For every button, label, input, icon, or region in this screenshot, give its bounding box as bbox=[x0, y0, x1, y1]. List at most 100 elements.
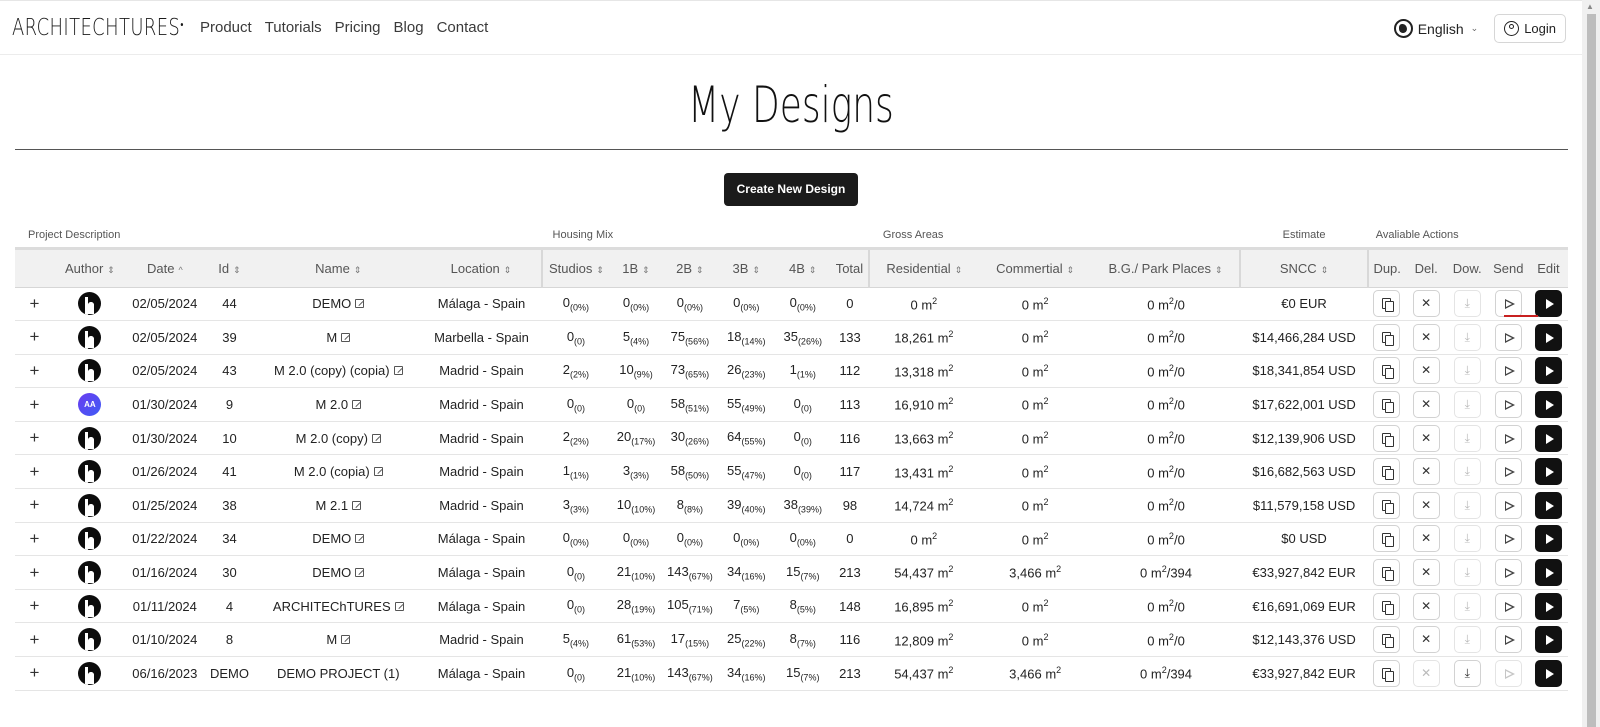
delete-button[interactable]: ✕ bbox=[1412, 525, 1440, 553]
send-button[interactable] bbox=[1494, 290, 1522, 318]
edit-play-button[interactable] bbox=[1534, 424, 1562, 452]
duplicate-button[interactable] bbox=[1373, 626, 1401, 654]
edit-name-icon[interactable] bbox=[371, 433, 381, 443]
edit-name-icon[interactable] bbox=[341, 332, 351, 342]
duplicate-button[interactable] bbox=[1373, 491, 1401, 519]
edit-name-icon[interactable] bbox=[355, 568, 365, 578]
download-button[interactable]: ⤓ bbox=[1453, 391, 1481, 419]
nav-tutorials[interactable]: Tutorials bbox=[265, 19, 322, 36]
delete-button[interactable]: ✕ bbox=[1412, 323, 1440, 351]
send-button[interactable] bbox=[1494, 323, 1522, 351]
send-button[interactable] bbox=[1494, 659, 1522, 687]
edit-name-icon[interactable] bbox=[393, 366, 403, 376]
delete-button[interactable]: ✕ bbox=[1412, 357, 1440, 385]
duplicate-button[interactable] bbox=[1373, 323, 1401, 351]
send-button[interactable] bbox=[1494, 592, 1522, 620]
edit-play-button[interactable] bbox=[1534, 491, 1562, 519]
duplicate-button[interactable] bbox=[1373, 559, 1401, 587]
col-residential[interactable]: Residential ⇕ bbox=[867, 248, 979, 288]
download-button[interactable]: ⤓ bbox=[1453, 525, 1481, 553]
edit-play-button[interactable] bbox=[1534, 592, 1562, 620]
download-button[interactable]: ⤓ bbox=[1453, 424, 1481, 452]
download-button[interactable]: ⤓ bbox=[1453, 592, 1481, 620]
col-studios[interactable]: Studios ⇕ bbox=[540, 248, 611, 288]
delete-button[interactable]: ✕ bbox=[1412, 290, 1440, 318]
send-button[interactable] bbox=[1494, 391, 1522, 419]
expand-row-button[interactable]: + bbox=[15, 589, 54, 624]
edit-play-button[interactable] bbox=[1534, 323, 1562, 351]
expand-row-button[interactable]: + bbox=[15, 387, 54, 422]
expand-row-button[interactable]: + bbox=[15, 622, 54, 658]
scrollbar-thumb[interactable] bbox=[1587, 14, 1596, 727]
col-name[interactable]: Name ⇕ bbox=[255, 248, 422, 288]
expand-row-button[interactable]: + bbox=[15, 522, 54, 557]
duplicate-button[interactable] bbox=[1373, 357, 1401, 385]
delete-button[interactable]: ✕ bbox=[1412, 491, 1440, 519]
expand-row-button[interactable]: + bbox=[15, 354, 54, 389]
expand-row-button[interactable]: + bbox=[15, 287, 54, 322]
edit-play-button[interactable] bbox=[1534, 458, 1562, 486]
download-button[interactable]: ⤓ bbox=[1453, 290, 1481, 318]
edit-play-button[interactable] bbox=[1534, 525, 1562, 553]
download-button[interactable]: ⤓ bbox=[1453, 491, 1481, 519]
edit-play-button[interactable] bbox=[1534, 357, 1562, 385]
vertical-scrollbar[interactable]: ▲ bbox=[1582, 0, 1600, 727]
col-sncc[interactable]: SNCC ⇕ bbox=[1239, 248, 1368, 288]
duplicate-button[interactable] bbox=[1373, 592, 1401, 620]
scroll-up-arrow-icon[interactable]: ▲ bbox=[1586, 2, 1594, 11]
edit-name-icon[interactable] bbox=[355, 534, 365, 544]
edit-name-icon[interactable] bbox=[352, 400, 362, 410]
nav-pricing[interactable]: Pricing bbox=[335, 19, 381, 36]
edit-play-button[interactable] bbox=[1534, 391, 1562, 419]
edit-name-icon[interactable] bbox=[352, 500, 362, 510]
nav-blog[interactable]: Blog bbox=[394, 19, 424, 36]
col-date[interactable]: Date ^ bbox=[125, 248, 204, 288]
login-button[interactable]: Login bbox=[1494, 14, 1566, 43]
download-button[interactable]: ⤓ bbox=[1453, 559, 1481, 587]
duplicate-button[interactable] bbox=[1373, 290, 1401, 318]
edit-play-button[interactable] bbox=[1534, 559, 1562, 587]
edit-name-icon[interactable] bbox=[341, 635, 351, 645]
col-author[interactable]: Author ⇕ bbox=[54, 248, 126, 288]
download-button[interactable]: ⤓ bbox=[1453, 357, 1481, 385]
delete-button[interactable]: ✕ bbox=[1412, 424, 1440, 452]
nav-product[interactable]: Product bbox=[200, 19, 252, 36]
download-button[interactable]: ⤓ bbox=[1453, 626, 1481, 654]
logo[interactable]: ARCHITECHTURES● bbox=[12, 15, 184, 41]
expand-row-button[interactable]: + bbox=[15, 656, 54, 691]
edit-name-icon[interactable] bbox=[355, 299, 365, 309]
duplicate-button[interactable] bbox=[1373, 659, 1401, 687]
delete-button[interactable]: ✕ bbox=[1412, 559, 1440, 587]
delete-button[interactable]: ✕ bbox=[1412, 458, 1440, 486]
download-button[interactable]: ⤓ bbox=[1453, 458, 1481, 486]
col-id[interactable]: Id ⇕ bbox=[203, 248, 256, 288]
col-commercial[interactable]: Commertial ⇕ bbox=[978, 248, 1092, 288]
duplicate-button[interactable] bbox=[1373, 424, 1401, 452]
col-bg-park[interactable]: B.G./ Park Places ⇕ bbox=[1091, 248, 1241, 288]
col-3b[interactable]: 3B ⇕ bbox=[718, 248, 775, 288]
duplicate-button[interactable] bbox=[1373, 458, 1401, 486]
send-button[interactable] bbox=[1494, 525, 1522, 553]
create-new-design-button[interactable]: Create New Design bbox=[723, 173, 859, 206]
send-button[interactable] bbox=[1494, 357, 1522, 385]
send-button[interactable] bbox=[1494, 424, 1522, 452]
delete-button[interactable]: ✕ bbox=[1412, 391, 1440, 419]
send-button[interactable] bbox=[1494, 458, 1522, 486]
send-button[interactable] bbox=[1494, 559, 1522, 587]
nav-contact[interactable]: Contact bbox=[437, 19, 489, 36]
expand-row-button[interactable]: + bbox=[15, 421, 54, 456]
delete-button[interactable]: ✕ bbox=[1412, 659, 1440, 687]
edit-play-button[interactable] bbox=[1534, 659, 1562, 687]
delete-button[interactable]: ✕ bbox=[1412, 626, 1440, 654]
download-button[interactable]: ⤓ bbox=[1453, 323, 1481, 351]
download-button[interactable]: ⤓ bbox=[1453, 659, 1481, 687]
col-4b[interactable]: 4B ⇕ bbox=[774, 248, 831, 288]
col-2b[interactable]: 2B ⇕ bbox=[661, 248, 719, 288]
expand-row-button[interactable]: + bbox=[15, 320, 54, 355]
delete-button[interactable]: ✕ bbox=[1412, 592, 1440, 620]
expand-row-button[interactable]: + bbox=[15, 488, 54, 523]
expand-row-button[interactable]: + bbox=[15, 555, 54, 590]
expand-row-button[interactable]: + bbox=[15, 454, 54, 490]
edit-name-icon[interactable] bbox=[394, 601, 404, 611]
send-button[interactable] bbox=[1494, 626, 1522, 654]
